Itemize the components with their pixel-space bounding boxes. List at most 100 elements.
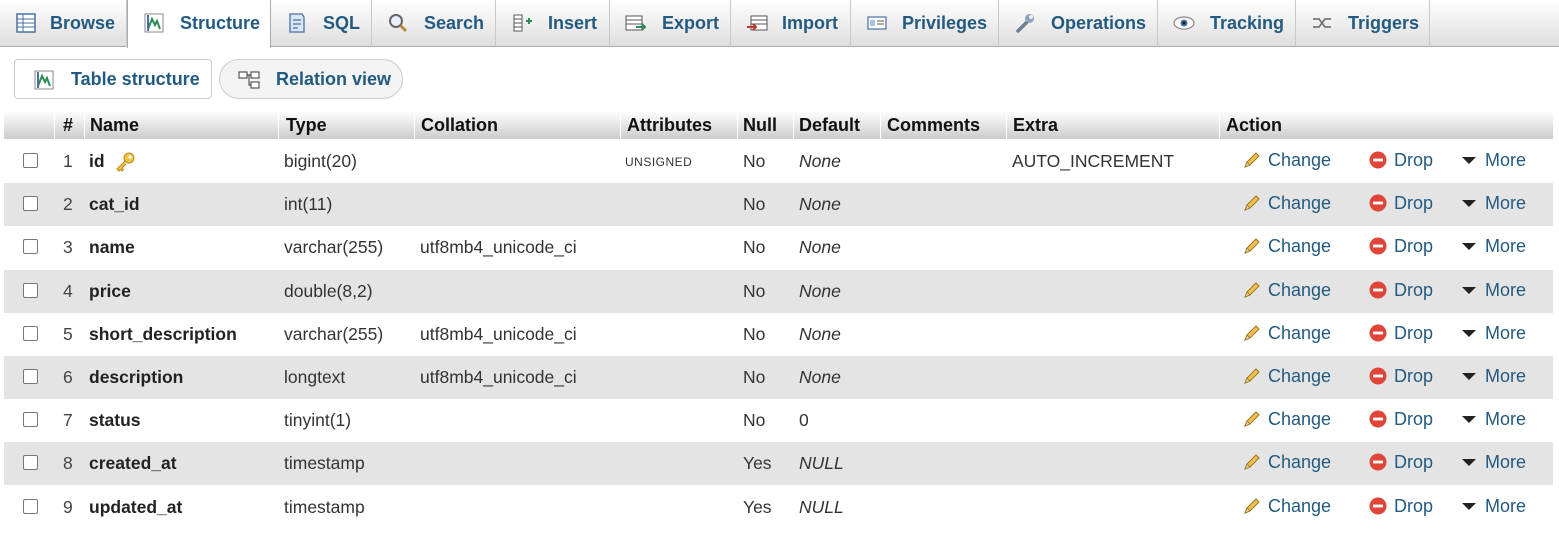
more-button[interactable]: More bbox=[1459, 409, 1526, 430]
col-header-action: Action bbox=[1226, 115, 1282, 135]
column-default: None bbox=[799, 280, 841, 301]
change-label: Change bbox=[1268, 452, 1332, 473]
col-header-extra[interactable]: Extra bbox=[1013, 115, 1058, 136]
tab-browse-label: Browse bbox=[50, 13, 116, 33]
export-icon bbox=[625, 15, 647, 31]
change-button[interactable]: Change bbox=[1242, 409, 1331, 430]
more-button[interactable]: More bbox=[1459, 193, 1526, 214]
more-label: More bbox=[1485, 452, 1527, 473]
more-button[interactable]: More bbox=[1459, 236, 1526, 257]
column-collation: utf8mb4_unicode_ci bbox=[420, 367, 577, 387]
tab-export[interactable]: Export bbox=[610, 0, 731, 47]
tab-triggers[interactable]: Triggers bbox=[1296, 0, 1430, 47]
tab-structure[interactable]: Structure bbox=[127, 0, 271, 48]
column-collation: utf8mb4_unicode_ci bbox=[420, 237, 577, 258]
column-name: status bbox=[89, 410, 141, 431]
tab-sql[interactable]: SQL bbox=[271, 0, 372, 47]
column-null: No bbox=[743, 280, 766, 301]
tab-browse[interactable]: Browse bbox=[0, 0, 127, 47]
col-header-collation[interactable]: Collation bbox=[421, 115, 498, 136]
row-checkbox[interactable] bbox=[23, 282, 38, 298]
structure-icon bbox=[34, 70, 54, 90]
column-name: description bbox=[89, 367, 184, 387]
row-number: 7 bbox=[63, 410, 73, 431]
tab-search[interactable]: Search bbox=[372, 0, 496, 47]
row-checkbox[interactable] bbox=[23, 196, 38, 212]
tab-tracking[interactable]: Tracking bbox=[1158, 0, 1296, 47]
tab-insert[interactable]: Insert bbox=[496, 0, 610, 47]
more-button[interactable]: More bbox=[1459, 323, 1526, 344]
pencil-icon bbox=[1244, 281, 1260, 298]
change-label: Change bbox=[1268, 409, 1332, 430]
col-header-null[interactable]: Null bbox=[743, 115, 777, 136]
column-type: varchar(255) bbox=[284, 323, 384, 344]
tab-privileges-label: Privileges bbox=[902, 13, 988, 33]
table-structure-button[interactable]: Table structure bbox=[14, 59, 212, 99]
caret-down-icon bbox=[1462, 200, 1476, 208]
tab-import[interactable]: Import bbox=[731, 0, 851, 47]
more-button[interactable]: More bbox=[1459, 280, 1526, 301]
drop-button[interactable]: Drop bbox=[1368, 280, 1433, 301]
drop-button[interactable]: Drop bbox=[1368, 409, 1433, 430]
change-button[interactable]: Change bbox=[1242, 280, 1331, 301]
drop-icon bbox=[1369, 151, 1387, 169]
change-button[interactable]: Change bbox=[1242, 236, 1331, 257]
more-button[interactable]: More bbox=[1459, 452, 1526, 473]
column-type: int(11) bbox=[284, 194, 333, 215]
row-checkbox[interactable] bbox=[23, 412, 38, 428]
column-default: None bbox=[799, 194, 841, 215]
change-button[interactable]: Change bbox=[1242, 366, 1331, 387]
more-button[interactable]: More bbox=[1459, 366, 1526, 387]
change-label: Change bbox=[1268, 495, 1332, 516]
tab-operations[interactable]: Operations bbox=[999, 0, 1158, 47]
caret-down-icon bbox=[1462, 243, 1476, 251]
column-divider bbox=[793, 111, 794, 139]
col-header-type[interactable]: Type bbox=[286, 115, 327, 136]
pencil-icon bbox=[1244, 195, 1260, 212]
row-checkbox[interactable] bbox=[23, 153, 38, 168]
column-collation: utf8mb4_unicode_ci bbox=[420, 323, 577, 344]
change-button[interactable]: Change bbox=[1242, 452, 1331, 473]
column-default: None bbox=[799, 323, 841, 344]
change-button[interactable]: Change bbox=[1242, 193, 1331, 214]
drop-button[interactable]: Drop bbox=[1368, 150, 1433, 171]
row-checkbox[interactable] bbox=[23, 239, 38, 255]
tab-insert-label: Insert bbox=[548, 13, 598, 33]
row-checkbox[interactable] bbox=[23, 325, 38, 341]
drop-button[interactable]: Drop bbox=[1368, 193, 1433, 214]
privileges-icon bbox=[867, 16, 887, 30]
pencil-icon bbox=[1244, 497, 1260, 514]
search-icon bbox=[389, 14, 408, 33]
column-default: 0 bbox=[799, 410, 809, 431]
col-header-default[interactable]: Default bbox=[799, 115, 860, 136]
row-checkbox[interactable] bbox=[23, 369, 38, 384]
drop-label: Drop bbox=[1394, 452, 1434, 473]
drop-icon bbox=[1369, 237, 1387, 255]
relation-view-button[interactable]: Relation view bbox=[219, 59, 403, 99]
column-name: name bbox=[89, 237, 135, 258]
col-header-name[interactable]: Name bbox=[90, 115, 139, 136]
col-header-attributes[interactable]: Attributes bbox=[627, 115, 712, 136]
row-checkbox[interactable] bbox=[23, 498, 38, 514]
change-button[interactable]: Change bbox=[1242, 323, 1331, 344]
more-button[interactable]: More bbox=[1459, 496, 1526, 517]
tab-privileges[interactable]: Privileges bbox=[851, 0, 999, 47]
drop-label: Drop bbox=[1394, 193, 1434, 214]
drop-button[interactable]: Drop bbox=[1368, 323, 1433, 344]
drop-button[interactable]: Drop bbox=[1368, 366, 1433, 387]
column-name: cat_id bbox=[89, 194, 140, 215]
more-button[interactable]: More bbox=[1459, 150, 1526, 171]
drop-button[interactable]: Drop bbox=[1368, 496, 1433, 517]
row-number: 4 bbox=[63, 280, 73, 301]
drop-icon bbox=[1369, 324, 1387, 342]
caret-down-icon bbox=[1462, 416, 1476, 424]
column-null: No bbox=[743, 410, 766, 431]
drop-button[interactable]: Drop bbox=[1368, 236, 1433, 257]
col-header-comments[interactable]: Comments bbox=[887, 115, 980, 136]
drop-button[interactable]: Drop bbox=[1368, 452, 1433, 473]
change-button[interactable]: Change bbox=[1242, 150, 1331, 171]
triggers-icon bbox=[1313, 18, 1331, 28]
more-label: More bbox=[1485, 236, 1527, 257]
row-checkbox[interactable] bbox=[23, 455, 38, 471]
change-button[interactable]: Change bbox=[1242, 496, 1331, 517]
